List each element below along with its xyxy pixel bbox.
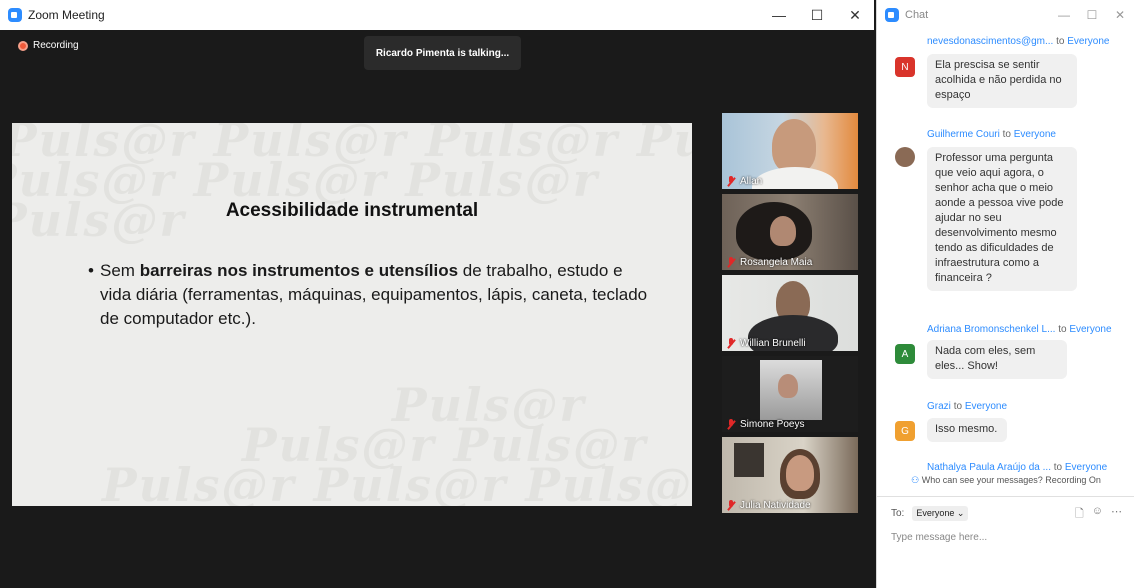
zoom-app-icon (8, 8, 22, 22)
message-bubble: Ela prescisa se sentir acolhida e não pe… (927, 54, 1077, 108)
bullet-text: Sem barreiras nos instrumentos e utensíl… (88, 259, 648, 331)
message-to: to (1056, 36, 1065, 47)
participant-name: Willian Brunelli (740, 338, 806, 349)
chat-toolbar: 🗋 ☺ ⋯ (1075, 505, 1122, 524)
message-header: Grazi to Everyone (927, 401, 1007, 412)
avatar (895, 147, 915, 167)
file-icon[interactable]: 🗋 (1075, 505, 1084, 524)
message-to: to (1053, 462, 1063, 473)
mic-muted-icon (726, 500, 736, 511)
participant-tile[interactable]: Willian Brunelli (722, 275, 858, 351)
mic-muted-icon (726, 176, 736, 187)
avatar: A (895, 344, 915, 364)
chat-window-controls: — ☐ ✕ (1050, 0, 1134, 30)
more-icon[interactable]: ⋯ (1111, 505, 1122, 524)
meeting-video-area: Recording Ricardo Pimenta is talking... … (0, 30, 874, 588)
to-label: To: (891, 508, 905, 519)
avatar: G (895, 421, 915, 441)
message-bubble: Isso mesmo. (927, 418, 1008, 442)
chat-window: Chat — ☐ ✕ nevesdonascimentos@gm... to E… (876, 0, 1134, 588)
message-header: Guilherme Couri to Everyone (927, 129, 1056, 140)
watermark-logo: Puls@r Puls@r Puls@r (102, 458, 692, 506)
chat-maximize-button[interactable]: ☐ (1078, 0, 1106, 30)
message-bubble: Nada com eles, sem eles... Show! (927, 340, 1067, 379)
recording-label: Recording (33, 40, 79, 51)
privacy-note-text: Who can see your messages? Recording On (921, 475, 1101, 485)
message-to: to (953, 401, 963, 412)
message-header: Nathalya Paula Araújo da ... to Everyone (927, 462, 1107, 473)
zoom-titlebar: Zoom Meeting — ☐ ✕ (0, 0, 874, 30)
message-target: Everyone (1013, 129, 1056, 140)
participant-nameplate: Simone Poeys (726, 419, 804, 430)
participant-tile[interactable]: Rosangela Maia (722, 194, 858, 270)
message-sender: Grazi (927, 401, 951, 412)
participant-video (752, 167, 838, 189)
chat-close-button[interactable]: ✕ (1106, 0, 1134, 30)
participant-nameplate: Allan (726, 176, 762, 187)
bullet-symbol: • (88, 261, 94, 280)
participant-name: Rosangela Maia (740, 257, 813, 268)
chat-titlebar: Chat — ☐ ✕ (877, 0, 1134, 30)
participant-nameplate: Rosangela Maia (726, 257, 812, 268)
participant-tile[interactable]: Simone Poeys (722, 356, 858, 432)
minimize-button[interactable]: — (760, 0, 798, 30)
participant-video (734, 443, 764, 477)
active-speaker-banner: Ricardo Pimenta is talking... (364, 36, 521, 70)
chat-title: Chat (905, 9, 929, 21)
maximize-button[interactable]: ☐ (798, 0, 836, 30)
recording-indicator[interactable]: Recording (18, 40, 79, 51)
message-target: Everyone (964, 401, 1008, 412)
participant-video (772, 119, 816, 173)
participant-name: Julia Natividade (740, 500, 811, 511)
participant-tile[interactable]: Allan (722, 113, 858, 189)
bullet-bold: barreiras nos instrumentos e utensílios (139, 261, 459, 280)
participant-video (770, 216, 796, 246)
message-input[interactable] (891, 532, 1121, 543)
message-target: Everyone (1067, 36, 1110, 47)
participant-name: Simone Poeys (740, 419, 805, 430)
emoji-icon[interactable]: ☺ (1092, 505, 1103, 524)
message-bubble: Professor uma pergunta que veio aqui ago… (927, 147, 1077, 291)
slide-title: Acessibilidade instrumental (225, 200, 479, 221)
shared-screen-slide: Puls@r Puls@r Puls@r Puls@r Puls@r Puls@… (12, 123, 692, 506)
message-sender: nevesdonascimentos@gm... (927, 36, 1054, 47)
message-header: nevesdonascimentos@gm... to Everyone (927, 36, 1109, 47)
recipient-row: To: Everyone ⌄ (891, 506, 969, 521)
divider (877, 496, 1134, 497)
zoom-app-icon (885, 8, 899, 22)
bullet-prefix: Sem (100, 261, 140, 280)
window-title: Zoom Meeting (28, 8, 105, 22)
message-to: to (1058, 324, 1067, 335)
record-icon (18, 40, 28, 51)
mic-muted-icon (726, 257, 736, 268)
mic-muted-icon (726, 419, 736, 430)
zoom-meeting-window: Zoom Meeting — ☐ ✕ Recording Ricardo Pim… (0, 0, 874, 588)
chevron-down-icon: ⌄ (956, 508, 965, 518)
privacy-notice[interactable]: ⚇ Who can see your messages? Recording O… (877, 475, 1134, 486)
slide-bullet: • Sem barreiras nos instrumentos e utens… (88, 259, 648, 331)
participant-video (786, 455, 814, 491)
message-target: Everyone (1069, 324, 1112, 335)
close-button[interactable]: ✕ (836, 0, 874, 30)
people-icon: ⚇ (911, 475, 920, 485)
recipient-dropdown[interactable]: Everyone ⌄ (912, 506, 969, 521)
message-target: Everyone (1064, 462, 1108, 473)
chat-minimize-button[interactable]: — (1050, 0, 1078, 30)
message-sender: Adriana Bromonschenkel L... (927, 324, 1056, 335)
participant-video (778, 374, 798, 398)
message-sender: Guilherme Couri (927, 129, 1000, 140)
participant-tile[interactable]: Julia Natividade (722, 437, 858, 513)
window-controls: — ☐ ✕ (760, 0, 874, 30)
chat-message-list[interactable]: nevesdonascimentos@gm... to Everyone N E… (877, 30, 1134, 474)
message-header: Adriana Bromonschenkel L... to Everyone (927, 324, 1112, 335)
participant-nameplate: Julia Natividade (726, 500, 811, 511)
mic-muted-icon (726, 338, 736, 349)
avatar: N (895, 57, 915, 77)
message-sender: Nathalya Paula Araújo da ... (927, 462, 1051, 473)
message-to: to (1002, 129, 1011, 140)
recipient-value: Everyone (916, 508, 955, 518)
participant-name: Allan (740, 176, 763, 187)
participant-nameplate: Willian Brunelli (726, 338, 806, 349)
